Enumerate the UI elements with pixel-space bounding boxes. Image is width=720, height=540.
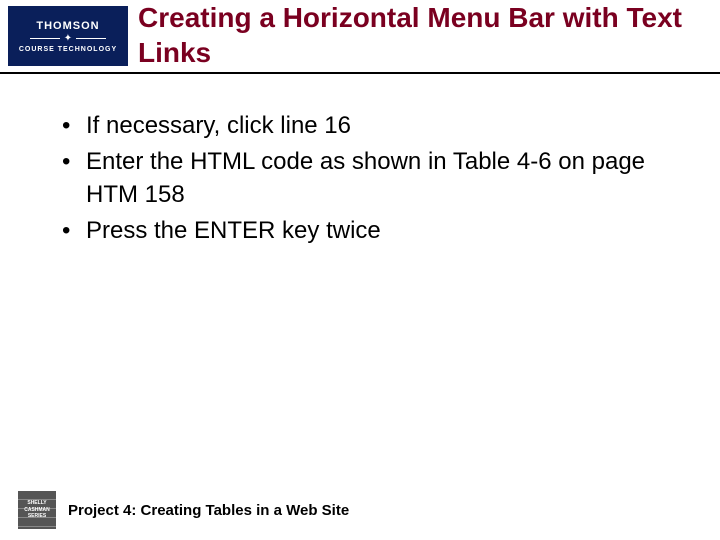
shelly-cashman-logo: SHELLY CASHMAN SERIES bbox=[18, 491, 56, 529]
list-item: If necessary, click line 16 bbox=[56, 110, 690, 142]
logo-subbrand-text: COURSE TECHNOLOGY bbox=[19, 46, 117, 53]
logo-line-left bbox=[30, 38, 60, 39]
slide-content: If necessary, click line 16 Enter the HT… bbox=[0, 74, 720, 248]
bullet-list: If necessary, click line 16 Enter the HT… bbox=[56, 110, 690, 248]
slide-header: THOMSON ✦ COURSE TECHNOLOGY Creating a H… bbox=[0, 0, 720, 74]
star-icon: ✦ bbox=[64, 34, 72, 44]
thomson-logo: THOMSON ✦ COURSE TECHNOLOGY bbox=[8, 6, 128, 66]
list-item: Press the ENTER key twice bbox=[56, 215, 690, 247]
slide-title: Creating a Horizontal Menu Bar with Text… bbox=[138, 0, 710, 70]
logo-line-right bbox=[76, 38, 106, 39]
slide-footer: SHELLY CASHMAN SERIES Project 4: Creatin… bbox=[0, 490, 720, 530]
logo-divider: ✦ bbox=[30, 34, 106, 44]
logo-brand-text: THOMSON bbox=[36, 20, 99, 32]
list-item: Enter the HTML code as shown in Table 4-… bbox=[56, 146, 690, 211]
footer-logo-line: SERIES bbox=[28, 513, 46, 520]
footer-text: Project 4: Creating Tables in a Web Site bbox=[68, 502, 349, 519]
